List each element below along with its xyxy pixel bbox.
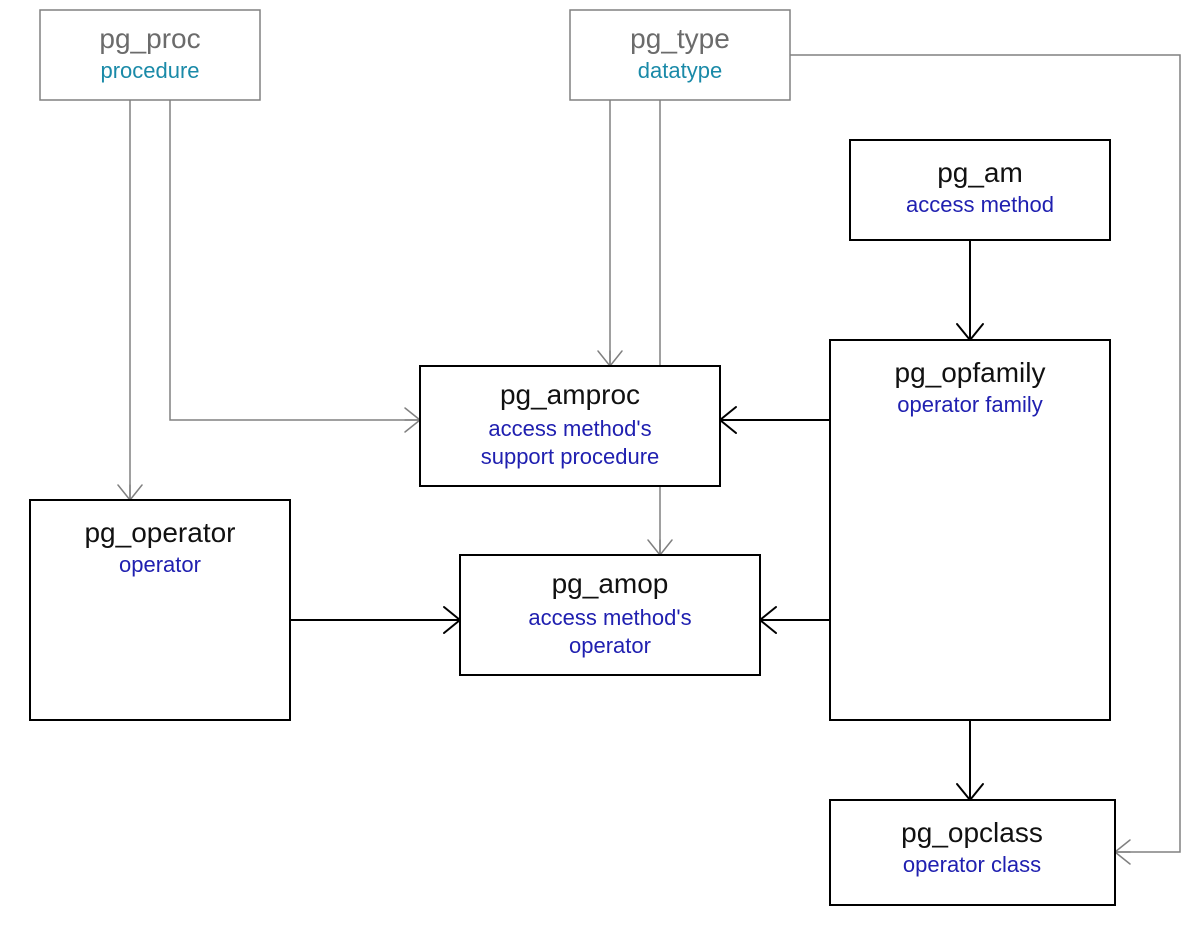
pg_am-subtitle: access method <box>906 192 1054 217</box>
pg_amop-title: pg_amop <box>552 568 669 599</box>
pg_amproc-subtitle-line1: access method's <box>488 416 651 441</box>
pg_type-title: pg_type <box>630 23 730 54</box>
entity-pg_proc: pg_proc procedure <box>40 10 260 100</box>
pg_amop-subtitle-line1: access method's <box>528 605 691 630</box>
pg_proc-subtitle: procedure <box>100 58 199 83</box>
entity-pg_operator: pg_operator operator <box>30 500 290 720</box>
pg_amop-subtitle-line2: operator <box>569 633 651 658</box>
pg_am-title: pg_am <box>937 157 1023 188</box>
crowfoot-opfamily-opclass <box>957 784 983 800</box>
crowfoot-type-amproc <box>598 351 622 366</box>
entity-pg_opclass: pg_opclass operator class <box>830 800 1115 905</box>
crowfoot-opfamily-amproc <box>720 407 736 433</box>
pg_type-subtitle: datatype <box>638 58 722 83</box>
crowfoot-operator-amop <box>444 607 460 633</box>
crowfoot-proc-operator <box>118 485 142 500</box>
pg_opclass-subtitle: operator class <box>903 852 1041 877</box>
pg_amproc-subtitle-line2: support procedure <box>481 444 660 469</box>
pg_operator-subtitle: operator <box>119 552 201 577</box>
entity-pg_type: pg_type datatype <box>570 10 790 100</box>
pg_opfamily-subtitle: operator family <box>897 392 1043 417</box>
crowfoot-type-amop <box>648 540 672 555</box>
pg_opfamily-title: pg_opfamily <box>895 357 1046 388</box>
entity-pg_amproc: pg_amproc access method's support proced… <box>420 366 720 486</box>
er-diagram: pg_proc procedure pg_type datatype pg_am… <box>0 0 1200 931</box>
crowfoot-am-opfamily <box>957 324 983 340</box>
crowfoot-opfamily-amop <box>760 607 776 633</box>
pg_proc-title: pg_proc <box>99 23 200 54</box>
entity-pg_am: pg_am access method <box>850 140 1110 240</box>
crowfoot-type-opclass <box>1115 840 1130 864</box>
entity-pg_opfamily: pg_opfamily operator family <box>830 340 1110 720</box>
pg_opclass-title: pg_opclass <box>901 817 1043 848</box>
pg_amproc-title: pg_amproc <box>500 379 640 410</box>
edge-proc-amproc <box>170 100 420 420</box>
crowfoot-proc-amproc <box>405 408 420 432</box>
entity-pg_amop: pg_amop access method's operator <box>460 555 760 675</box>
pg_operator-title: pg_operator <box>84 517 235 548</box>
